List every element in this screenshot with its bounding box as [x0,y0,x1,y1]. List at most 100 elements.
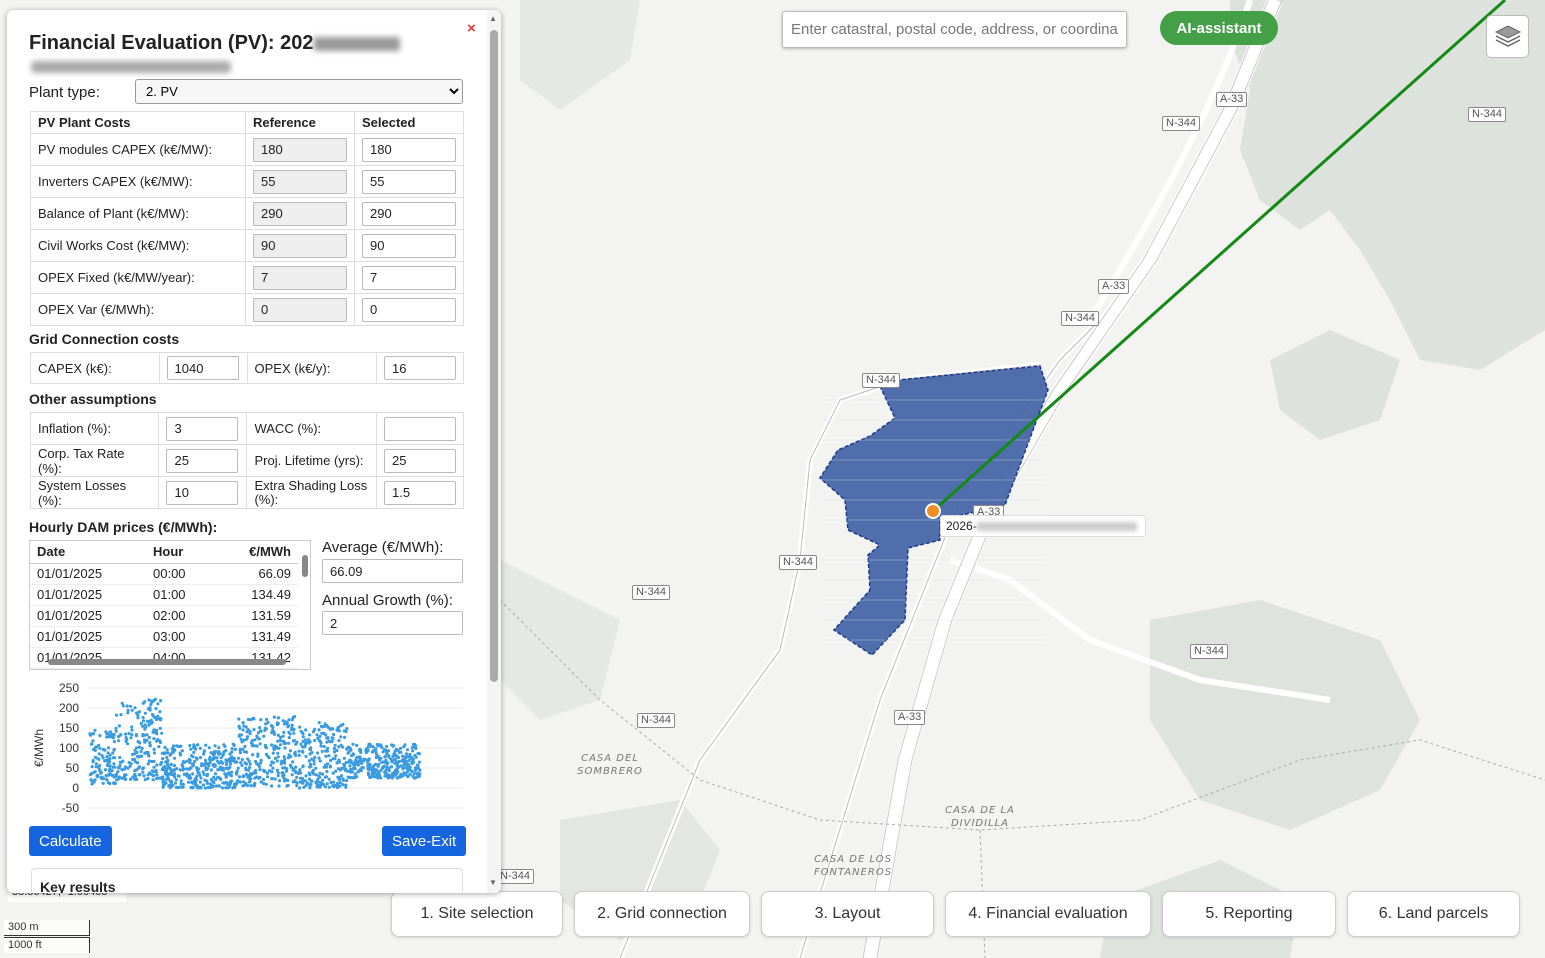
calculate-button[interactable]: Calculate [29,826,112,856]
layers-button[interactable] [1486,15,1529,58]
data-point [142,774,146,778]
data-point [342,756,346,760]
location-search-input[interactable] [782,11,1127,48]
assumption-input[interactable] [384,416,456,441]
step-land-parcels[interactable]: 6. Land parcels [1347,891,1520,937]
site-marker[interactable] [925,503,941,519]
data-point [414,775,419,779]
ai-assistant-button[interactable]: AI-assistant [1160,11,1278,45]
data-point [301,765,305,769]
step-layout[interactable]: 3. Layout [761,891,934,937]
grid-capex-input[interactable] [166,356,239,380]
data-point [114,713,119,717]
step-reporting[interactable]: 5. Reporting [1162,891,1336,937]
data-point [212,775,216,779]
road-label: N-344 [632,585,670,600]
data-point [294,770,298,775]
data-point [324,775,329,779]
selected-value-input[interactable] [362,137,456,162]
annual-growth-input[interactable] [322,611,463,635]
selected-value-input[interactable] [362,201,456,226]
data-point [334,754,338,758]
step-grid-connection[interactable]: 2. Grid connection [574,891,750,937]
site-name-label: 2026- [940,515,1146,537]
data-point [203,778,207,782]
selected-value-input[interactable] [362,297,456,322]
step-site-selection[interactable]: 1. Site selection [391,891,563,937]
panel-scroll-thumb[interactable] [490,30,498,682]
cost-label: Inverters CAPEX (k€/MW): [30,165,246,198]
y-tick-label: -50 [62,801,80,812]
assumption-input[interactable] [166,480,239,505]
data-point [382,748,386,752]
data-point [304,743,308,747]
selected-value-input[interactable] [362,169,456,194]
grid-opex-input[interactable] [384,356,456,380]
data-point [158,726,162,730]
assumption-input[interactable] [384,480,456,505]
table-row[interactable]: 01/01/2025 03:00 131.49 [30,626,298,648]
data-point [317,728,321,732]
data-point [135,750,139,754]
dam-prices-table[interactable]: Date Hour €/MWh 01/01/2025 00:00 66.09 01/0… [29,540,311,670]
data-point [269,763,273,767]
data-point [319,741,323,745]
data-point [173,756,177,760]
key-results-section[interactable]: Key results [31,868,463,893]
data-point [179,779,183,783]
dam-date: 01/01/2025 [30,584,146,606]
scroll-down-icon[interactable]: ▼ [489,878,497,887]
assumption-input[interactable] [166,416,239,441]
data-point [263,728,267,732]
data-point [91,732,95,736]
data-point [93,745,97,749]
data-point [292,727,296,731]
data-point [299,776,303,780]
data-point [401,774,405,778]
scroll-up-icon[interactable]: ▲ [489,14,497,23]
data-point [259,761,263,765]
data-point [366,763,370,768]
data-point [250,739,254,743]
data-point [270,760,274,764]
data-point [348,764,352,768]
data-point [288,749,293,753]
data-point [404,752,409,756]
data-point [143,723,147,727]
data-point [93,778,97,782]
selected-value-input[interactable] [362,233,456,258]
data-point [394,762,399,766]
dam-scrollbar-horizontal[interactable] [48,659,286,665]
panel-scrollbar[interactable]: ▲ ▼ [487,10,501,893]
y-tick-label: 100 [59,741,79,755]
table-row[interactable]: 01/01/2025 00:00 66.09 [30,563,298,585]
data-point [166,758,170,763]
step-financial-evaluation[interactable]: 4. Financial evaluation [945,891,1151,937]
data-point [166,751,170,755]
data-point [216,768,220,772]
assumption-label: Corp. Tax Rate (%): [29,444,160,477]
plant-type-select[interactable]: 2. PV [135,79,463,104]
data-point [152,751,156,755]
pv-plant-costs-table: PV Plant Costs Reference Selected PV mod… [30,111,464,326]
table-row[interactable]: 01/01/2025 02:00 131.59 [30,605,298,627]
assumption-input[interactable] [166,448,239,473]
assumption-input[interactable] [384,448,456,473]
dam-scrollbar-vertical[interactable] [302,555,308,577]
selected-value-input[interactable] [362,265,456,290]
data-point [314,773,318,777]
redacted-text [976,522,1137,532]
close-icon[interactable]: × [467,20,476,37]
save-exit-button[interactable]: Save-Exit [382,826,467,856]
table-row[interactable]: 01/01/2025 01:00 134.49 [30,584,298,606]
average-price-input[interactable] [322,559,463,583]
data-point [207,746,211,750]
dam-hour: 00:00 [146,563,206,585]
data-point [138,741,142,745]
data-point [411,774,415,778]
data-point [407,758,411,763]
data-point [401,765,405,769]
data-point [181,785,185,789]
dam-date: 01/01/2025 [30,563,146,585]
data-point [232,743,236,747]
